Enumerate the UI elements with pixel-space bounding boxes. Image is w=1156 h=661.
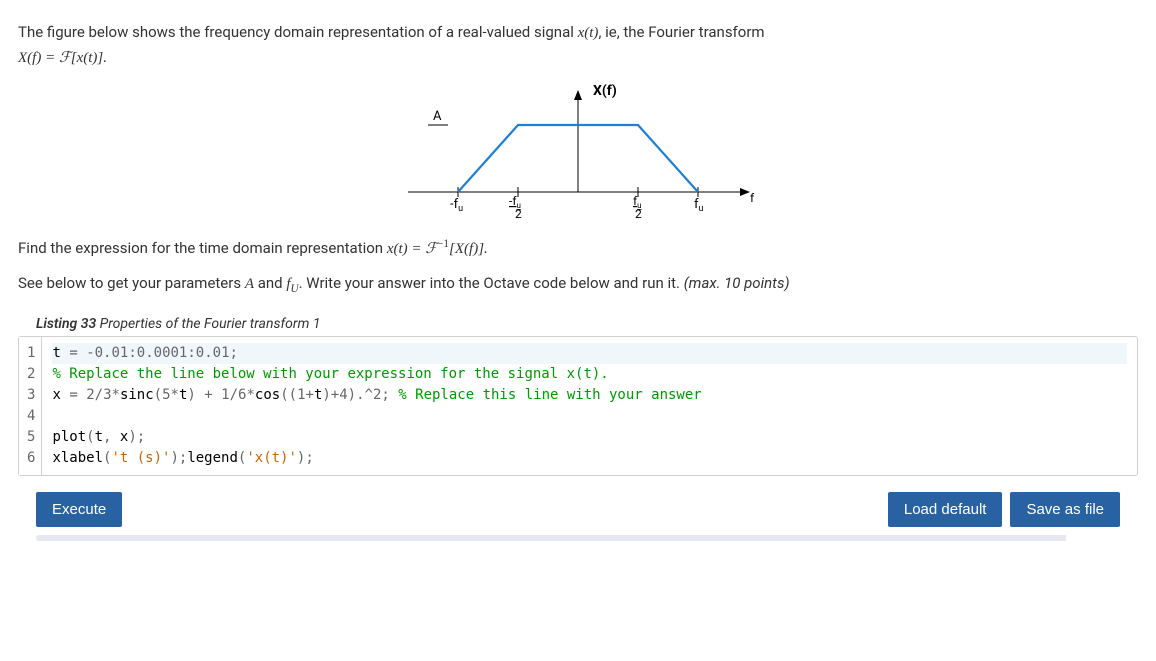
load-default-button[interactable]: Load default: [888, 492, 1003, 527]
listing-caption: Listing 33 Properties of the Fourier tra…: [36, 316, 1138, 332]
code-line-4: [52, 406, 1127, 427]
button-row: Execute Load default Save as file: [36, 492, 1120, 527]
code-line-6: xlabel('t (s)');legend('x(t)');: [52, 448, 1127, 469]
math-paramA: A: [245, 276, 254, 292]
listing-caption-rest: Properties of the Fourier transform 1: [96, 316, 320, 332]
fig-A-label: A: [433, 109, 442, 124]
math-eq2-lhs: x(t) = ℱ: [387, 241, 437, 257]
save-as-file-button[interactable]: Save as file: [1010, 492, 1120, 527]
see-text-2: and: [254, 274, 286, 292]
find-text-1: Find the expression for the time domain …: [18, 239, 387, 257]
problem-find: Find the expression for the time domain …: [18, 235, 1138, 261]
code-line-5: plot(t, x);: [52, 427, 1127, 448]
code-block[interactable]: 123456 t = -0.01:0.0001:0.01; % Replace …: [18, 336, 1138, 476]
problem-intro: The figure below shows the frequency dom…: [18, 20, 1138, 70]
code-line-3: x = 2/3*sinc(5*t) + 1/6*cos((1+t)+4).^2;…: [52, 385, 1127, 406]
line-numbers: 123456: [19, 337, 42, 475]
fig-ylabel: X(f): [593, 83, 617, 99]
fig-pos-fu2-bot: 2: [635, 207, 642, 220]
math-xt1: x(t): [578, 25, 599, 41]
intro-text-2: , ie, the Fourier transform: [598, 23, 764, 41]
button-group-left: Execute: [36, 492, 122, 527]
math-eq2-sup: −1: [437, 238, 449, 250]
fig-pos-fu: fu: [694, 197, 704, 214]
code-line-1: t = -0.01:0.0001:0.01;: [52, 343, 1127, 364]
code-line-2: % Replace the line below with your expre…: [52, 364, 1127, 385]
fig-neg-fu: -fu: [450, 197, 463, 214]
scroll-indicator[interactable]: [36, 535, 1120, 541]
intro-text-1: The figure below shows the frequency dom…: [18, 23, 578, 41]
code-lines: t = -0.01:0.0001:0.01; % Replace the lin…: [42, 337, 1137, 475]
see-text-3: . Write your answer into the Octave code…: [299, 274, 684, 292]
math-eq1: X(f) = ℱ[x(t)].: [18, 50, 107, 66]
figure-container: X(f) A f -fu -fu 2 fu 2 fu: [18, 80, 1138, 220]
spectrum-figure: X(f) A f -fu -fu 2 fu 2 fu: [388, 80, 768, 220]
see-text-1: See below to get your parameters: [18, 274, 245, 292]
button-group-right: Load default Save as file: [888, 492, 1120, 527]
note-maxpoints: (max. 10 points): [684, 274, 790, 292]
listing-caption-bold: Listing 33: [36, 316, 96, 332]
math-paramFu-u: U: [291, 283, 299, 295]
math-eq2-rhs: [X(f)].: [449, 241, 488, 257]
fig-neg-fu2-bot: 2: [515, 207, 522, 220]
execute-button[interactable]: Execute: [36, 492, 122, 527]
fig-f-label: f: [750, 191, 755, 205]
problem-see: See below to get your parameters A and f…: [18, 271, 1138, 298]
